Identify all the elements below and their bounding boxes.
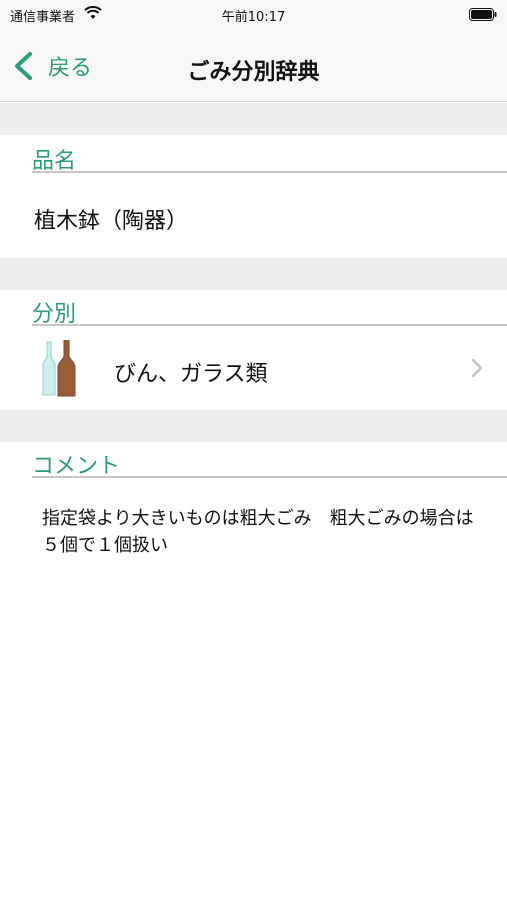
section-gap xyxy=(0,258,507,290)
section-gap xyxy=(0,103,507,135)
section-header-name: 品名 xyxy=(32,135,507,174)
section-header-comment: コメント xyxy=(32,440,507,479)
category-value: びん、ガラス類 xyxy=(114,362,268,387)
category-row[interactable]: びん、ガラス類 xyxy=(0,326,507,410)
battery-icon xyxy=(469,8,497,21)
item-name-value: 植木鉢（陶器） xyxy=(34,209,189,234)
comment-text: 指定袋より大きいものは粗大ごみ 粗大ごみの場合は５個で１個扱い xyxy=(42,508,474,556)
navigation-bar: 戻る ごみ分別辞典 xyxy=(0,30,507,102)
status-time: 午前10:17 xyxy=(221,10,286,25)
chevron-right-icon xyxy=(471,358,483,378)
page-title: ごみ分別辞典 xyxy=(187,60,320,85)
section-gap xyxy=(0,410,507,442)
status-bar: 通信事業者 午前10:17 xyxy=(0,0,507,30)
bottles-icon xyxy=(42,340,76,397)
section-header-category: 分別 xyxy=(32,288,507,327)
